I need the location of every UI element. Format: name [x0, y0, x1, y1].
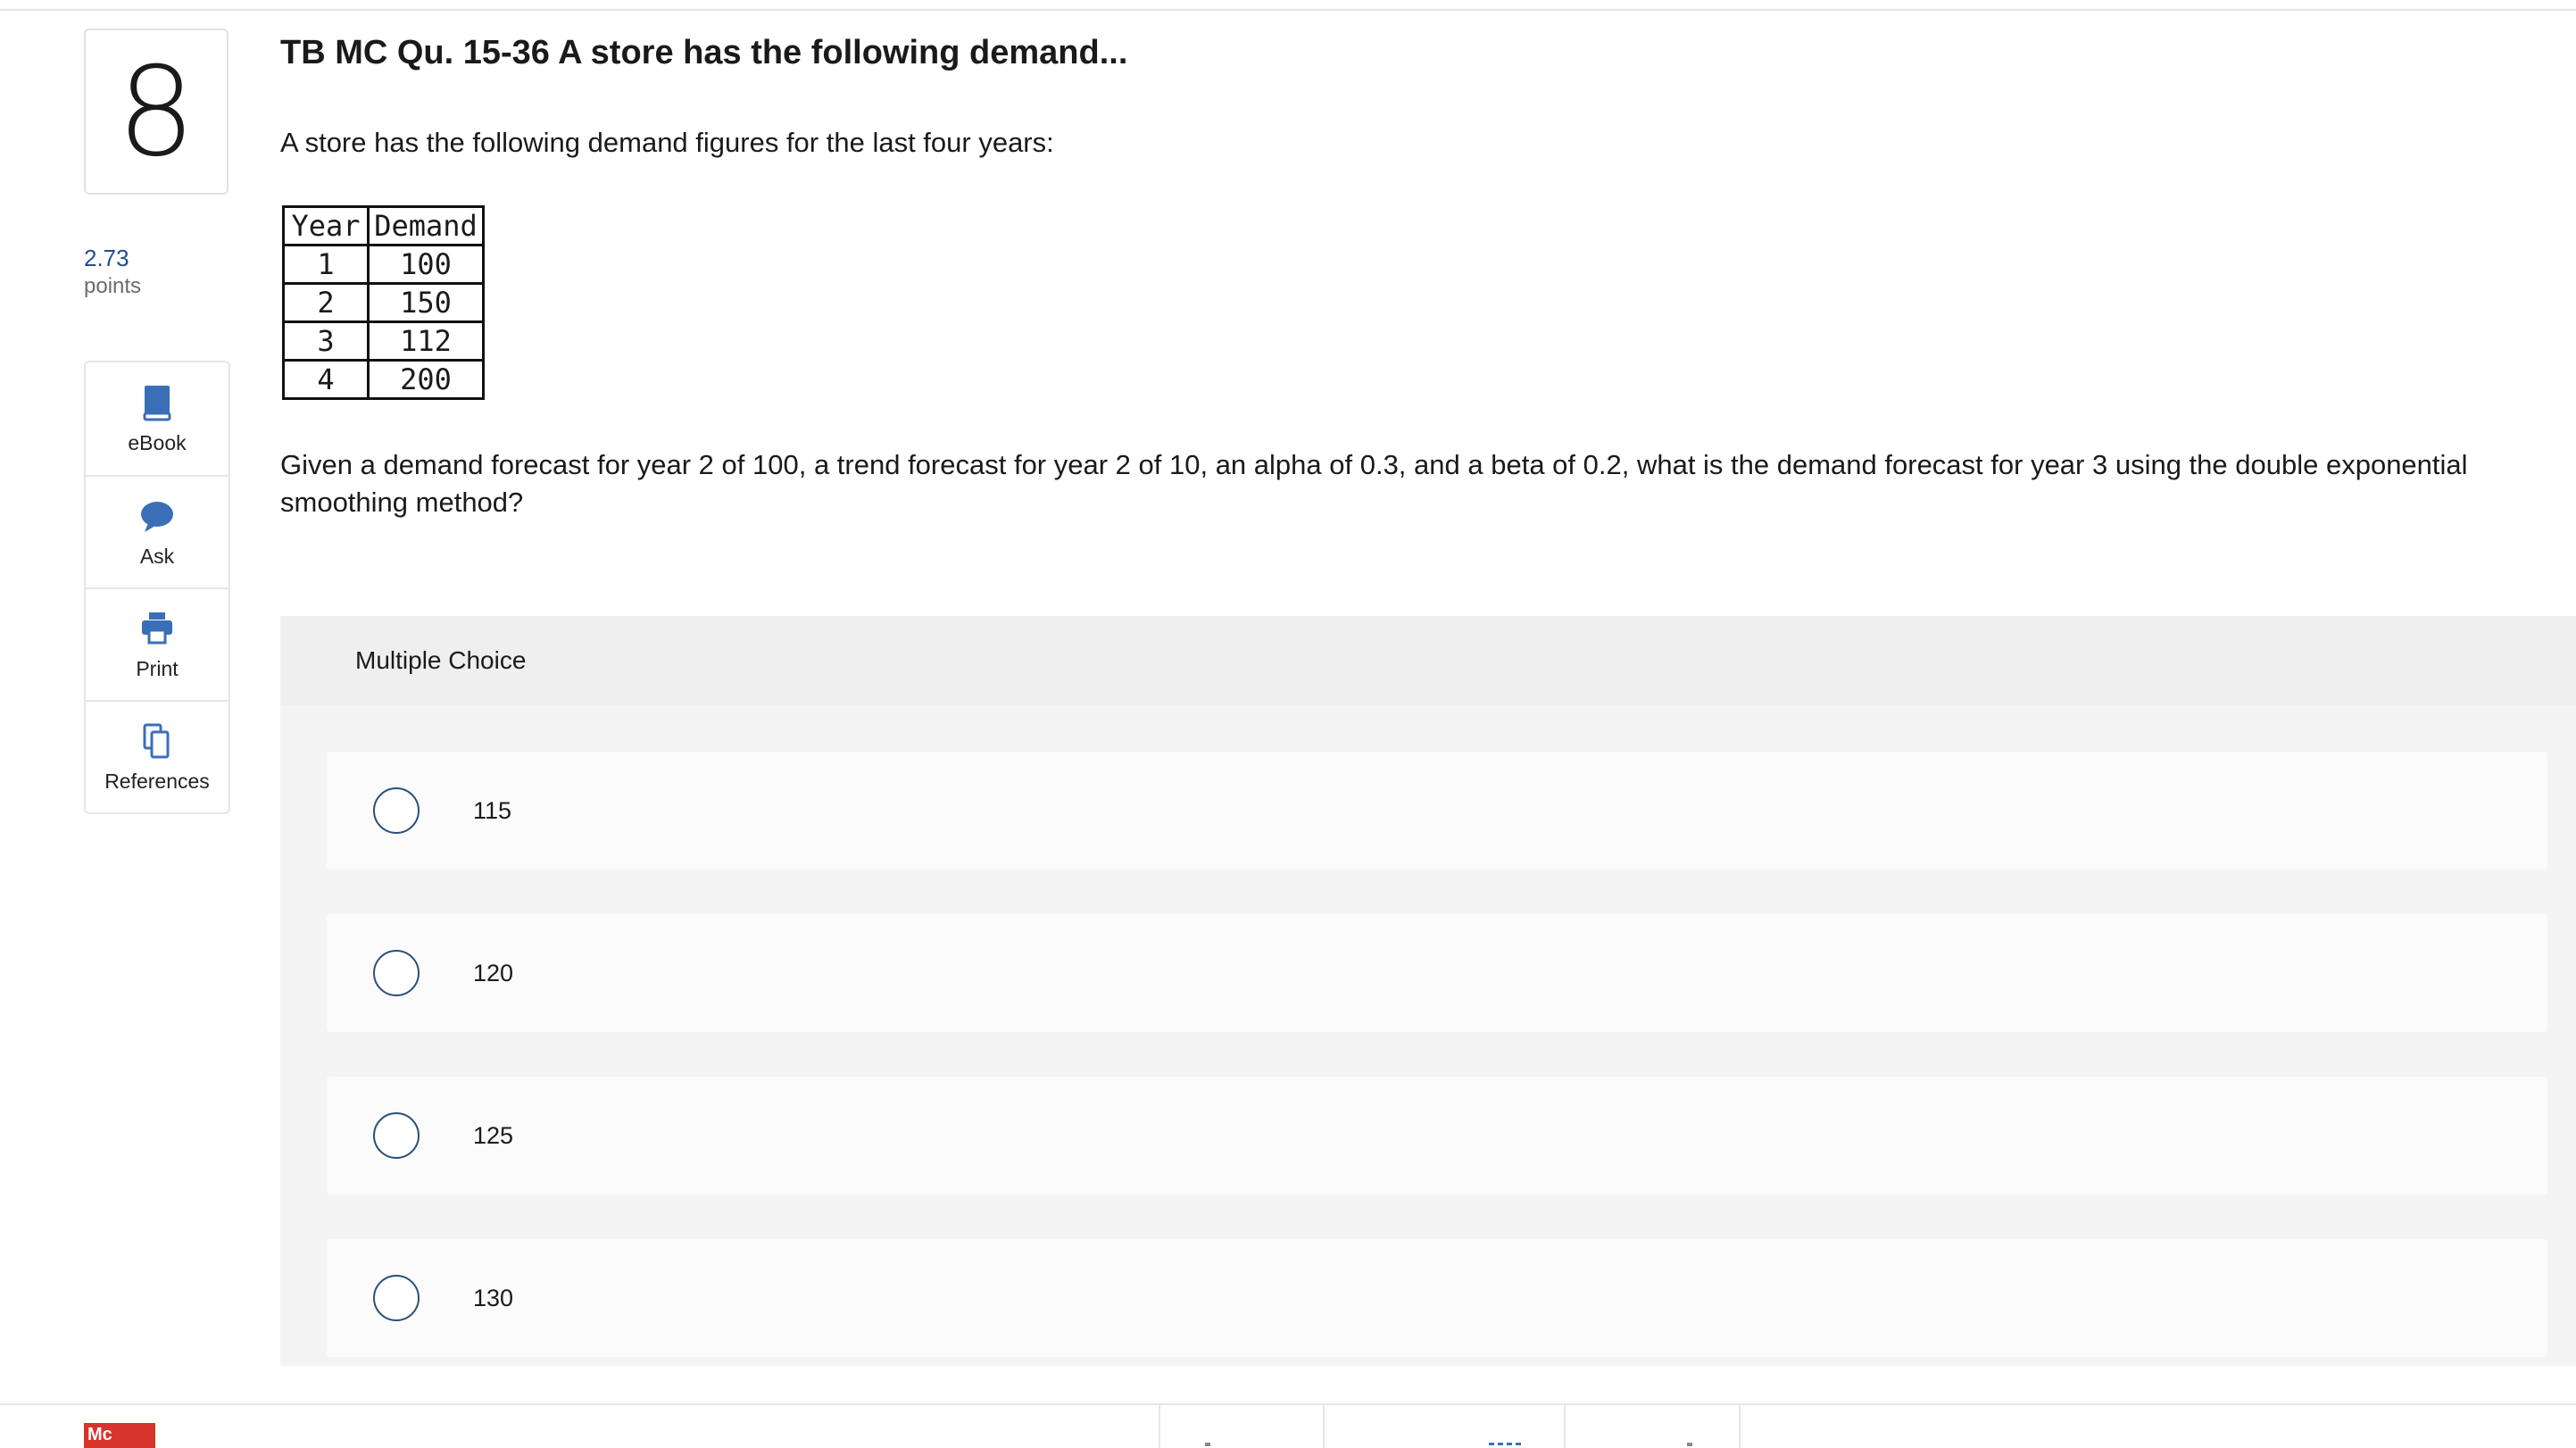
prev-arrow-icon[interactable]: [1205, 1443, 1210, 1446]
table-cell-year: 4: [282, 359, 370, 400]
ask-button[interactable]: Ask: [84, 477, 230, 589]
ask-label: Ask: [139, 544, 175, 568]
choice-option-2[interactable]: 120: [327, 914, 2547, 1032]
next-arrow-icon[interactable]: [1687, 1443, 1692, 1446]
top-border: [0, 0, 2576, 11]
footer-bar: Mc: [0, 1403, 2576, 1448]
table-cell-year: 1: [282, 244, 370, 285]
question-intro: A store has the following demand figures…: [280, 127, 1054, 158]
footer-divider: [1159, 1405, 1160, 1448]
column-header-demand: Demand: [367, 205, 485, 246]
references-button[interactable]: References: [84, 702, 230, 814]
copy-documents-icon: [143, 723, 170, 758]
choice-label: 125: [473, 1121, 514, 1149]
ebook-button[interactable]: eBook: [84, 361, 230, 477]
choice-option-4[interactable]: 130: [327, 1239, 2547, 1357]
choice-option-3[interactable]: 125: [327, 1077, 2547, 1194]
question-title: TB MC Qu. 15-36 A store has the followin…: [280, 34, 1128, 71]
table-row: 3 112: [282, 320, 485, 362]
radio-button[interactable]: [373, 1275, 420, 1321]
table-row: 2 150: [282, 282, 485, 323]
choice-list: 115 120 125 130: [280, 752, 2576, 1357]
table-cell-year: 3: [282, 320, 370, 362]
tool-panel: eBook Ask Print References: [84, 361, 230, 814]
multiple-choice-panel: Multiple Choice 115 120 125 130: [280, 616, 2576, 1366]
footer-divider: [1564, 1405, 1566, 1448]
choice-label: 115: [473, 796, 512, 824]
choice-option-1[interactable]: 115: [327, 752, 2547, 870]
radio-button[interactable]: [373, 1112, 420, 1159]
table-cell-year: 2: [282, 282, 370, 323]
ebook-label: eBook: [128, 430, 187, 454]
table-cell-demand: 200: [367, 359, 485, 400]
book-icon: [143, 385, 171, 420]
points-label: points: [84, 274, 142, 298]
print-label: Print: [136, 656, 179, 680]
question-text: Given a demand forecast for year 2 of 10…: [280, 449, 2468, 518]
grid-icon[interactable]: [1489, 1443, 1521, 1446]
chat-bubble-icon: [141, 501, 173, 532]
radio-button[interactable]: [373, 950, 420, 996]
question-number: 8: [84, 29, 229, 195]
column-header-year: Year: [282, 205, 370, 246]
choice-label: 120: [473, 959, 514, 986]
print-button[interactable]: Print: [84, 589, 230, 702]
points-value: 2.73: [84, 245, 129, 271]
points-block: 2.73 points: [84, 243, 141, 300]
table-cell-demand: 112: [367, 320, 485, 362]
table-header-row: Year Demand: [282, 205, 485, 246]
footer-divider: [1739, 1405, 1741, 1448]
table-cell-demand: 150: [367, 282, 485, 323]
table-cell-demand: 100: [367, 244, 485, 285]
demand-table: Year Demand 1 100 2 150 3 112 4 200: [282, 205, 485, 400]
printer-icon: [142, 612, 172, 644]
choice-label: 130: [473, 1284, 514, 1311]
multiple-choice-heading: Multiple Choice: [280, 616, 2576, 705]
radio-button[interactable]: [373, 787, 420, 834]
references-label: References: [104, 769, 210, 793]
table-row: 4 200: [282, 359, 485, 400]
table-row: 1 100: [282, 244, 485, 285]
mcgraw-hill-logo: Mc: [84, 1423, 155, 1448]
footer-divider: [1323, 1405, 1325, 1448]
